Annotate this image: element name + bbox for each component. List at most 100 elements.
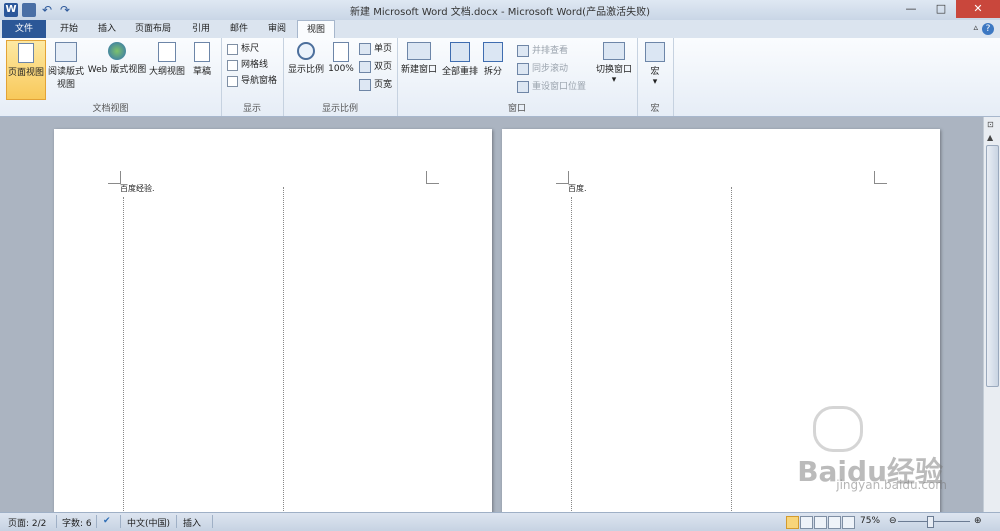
divider [212, 515, 213, 528]
ruler-label: 标尺 [241, 44, 260, 54]
divider [120, 515, 121, 528]
tab-page-layout[interactable]: 页面布局 [128, 20, 178, 38]
status-bar: 页面: 2/2 字数: 6 ✔ 中文(中国) 插入 75% ⊖ ⊕ [0, 512, 1000, 531]
title-bar: W ↶ ↷ 新建 Microsoft Word 文档.docx - Micros… [0, 0, 1000, 20]
chevron-down-icon: ▾ [611, 75, 617, 85]
navigation-pane-checkbox[interactable]: 导航窗格 [227, 74, 277, 88]
page-100-icon [333, 42, 349, 62]
help-icon[interactable]: ? [982, 23, 994, 35]
close-button[interactable]: ✕ [956, 0, 1000, 18]
scroll-thumb[interactable] [986, 145, 999, 387]
gridlines-checkbox[interactable]: 网格线 [227, 58, 268, 72]
scroll-up-icon[interactable]: ▲ [987, 133, 993, 142]
magnifier-icon [297, 42, 315, 60]
minimize-button[interactable]: — [896, 0, 926, 18]
new-window-label: 新建窗口 [400, 65, 437, 75]
one-page-label: 单页 [374, 44, 393, 54]
macros-button[interactable]: 宏 ▾ [643, 40, 667, 87]
chevron-down-icon: ▾ [652, 77, 658, 87]
zoom-slider-handle[interactable] [927, 516, 934, 528]
macro-icon [645, 42, 665, 62]
one-page-button[interactable]: 单页 [359, 42, 392, 56]
group-label-zoom: 显示比例 [321, 104, 358, 114]
checkbox-icon [227, 43, 238, 55]
page-width-button[interactable]: 页宽 [359, 78, 392, 92]
zoom-100-button[interactable]: 100% [327, 40, 355, 74]
zoom-button[interactable]: 显示比例 [287, 40, 325, 75]
group-window: 新建窗口 全部重排 拆分 并排查看 同步滚动 重设窗口位置 切换窗口 ▾ 窗口 [397, 38, 638, 116]
checkbox-icon [227, 59, 238, 71]
split-button[interactable]: 拆分 [481, 40, 505, 77]
zoom-out-icon[interactable]: ⊖ [889, 516, 897, 526]
column-guide [571, 197, 573, 512]
switch-windows-button[interactable]: 切换窗口 ▾ [595, 40, 633, 85]
sync-scroll-label: 同步滚动 [532, 64, 569, 74]
gridlines-label: 网格线 [241, 60, 269, 70]
arrange-all-button[interactable]: 全部重排 [441, 40, 479, 77]
group-label-window: 窗口 [507, 104, 526, 114]
new-window-icon [407, 42, 431, 60]
reset-position-label: 重设窗口位置 [532, 82, 587, 92]
outline-icon [158, 42, 176, 62]
view-side-by-side-button[interactable]: 并排查看 [517, 44, 568, 58]
switch-windows-label: 切换窗口 [595, 65, 632, 75]
web-layout-label: Web 版式视图 [87, 65, 147, 75]
tab-file[interactable]: 文件 [2, 20, 46, 38]
page-width-label: 页宽 [374, 80, 393, 90]
maximize-button[interactable]: □ [926, 0, 956, 18]
web-view-icon[interactable] [814, 516, 827, 529]
ruler-toggle-icon[interactable]: ⊡ [987, 120, 994, 129]
draft-label: 草稿 [192, 67, 211, 77]
document-text[interactable]: 百度. [568, 183, 587, 194]
divider [176, 515, 177, 528]
page-count[interactable]: 页面: 2/2 [8, 516, 46, 529]
watermark-paw-icon [813, 406, 863, 452]
print-layout-label: 页面视图 [7, 68, 44, 78]
zoom-100-label: 100% [328, 64, 354, 74]
zoom-in-icon[interactable]: ⊕ [974, 516, 982, 526]
web-layout-button[interactable]: Web 版式视图 [87, 40, 147, 75]
reading-icon [55, 42, 77, 62]
zoom-level[interactable]: 75% [860, 516, 880, 526]
draft-view-icon[interactable] [842, 516, 855, 529]
sync-scroll-button[interactable]: 同步滚动 [517, 62, 568, 76]
draft-button[interactable]: 草稿 [189, 40, 215, 77]
outline-button[interactable]: 大纲视图 [149, 40, 185, 77]
two-pages-button[interactable]: 双页 [359, 60, 392, 74]
reset-position-icon [517, 81, 529, 93]
globe-icon [108, 42, 126, 60]
zoom-slider[interactable] [898, 521, 970, 522]
tab-insert[interactable]: 插入 [90, 20, 124, 38]
divider [56, 515, 57, 528]
tab-view[interactable]: 视图 [297, 20, 335, 39]
tab-review[interactable]: 审阅 [260, 20, 294, 38]
reading-view-icon[interactable] [800, 516, 813, 529]
document-text[interactable]: 百度经验. [120, 183, 155, 194]
insert-mode[interactable]: 插入 [183, 516, 201, 529]
new-window-button[interactable]: 新建窗口 [399, 40, 439, 75]
tab-references[interactable]: 引用 [184, 20, 218, 38]
two-pages-icon [359, 61, 371, 73]
word-count[interactable]: 字数: 6 [62, 516, 92, 529]
ribbon-tabs: 文件 开始 插入 页面布局 引用 邮件 审阅 视图 ▵ ? [0, 20, 1000, 39]
print-layout-view-icon[interactable] [786, 516, 799, 529]
document-area[interactable]: 百度经验. 百度. Baidu经验 jingyan.baidu.com [0, 117, 983, 512]
crop-mark [874, 171, 887, 184]
tab-home[interactable]: 开始 [52, 20, 86, 38]
language[interactable]: 中文(中国) [127, 516, 170, 529]
arrange-all-label: 全部重排 [441, 67, 478, 77]
split-label: 拆分 [483, 67, 502, 77]
tab-mailings[interactable]: 邮件 [222, 20, 256, 38]
page-1[interactable]: 百度经验. [54, 129, 492, 512]
reset-window-position-button[interactable]: 重设窗口位置 [517, 80, 586, 94]
print-layout-button[interactable]: 页面视图 [6, 40, 46, 100]
outline-view-icon[interactable] [828, 516, 841, 529]
arrange-all-icon [450, 42, 470, 62]
full-screen-reading-button[interactable]: 阅读版式视图 [47, 40, 85, 90]
vertical-scrollbar[interactable]: ⊡ ▲ [983, 117, 1000, 512]
ruler-checkbox[interactable]: 标尺 [227, 42, 259, 56]
minimize-ribbon-icon[interactable]: ▵ [973, 23, 978, 33]
two-pages-label: 双页 [374, 62, 393, 72]
proofing-icon[interactable]: ✔ [103, 516, 111, 526]
window-controls: — □ ✕ [896, 0, 1000, 18]
